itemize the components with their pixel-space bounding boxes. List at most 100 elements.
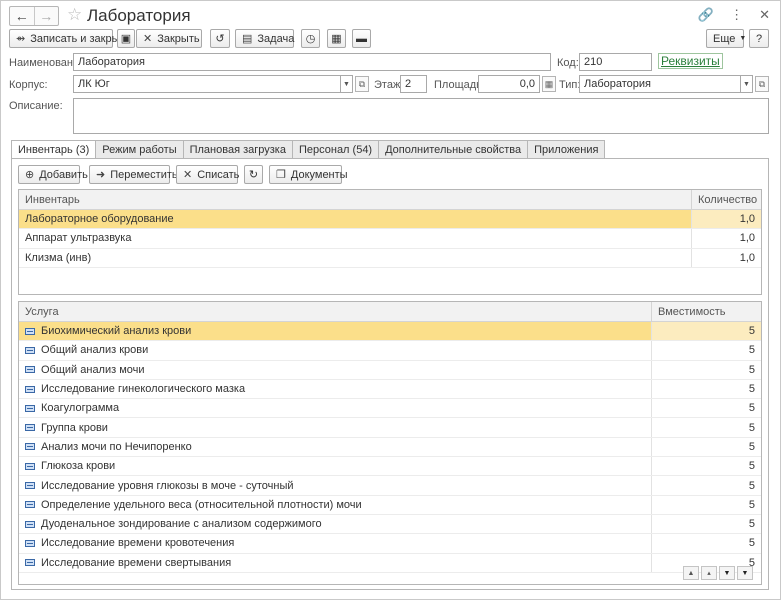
service-row[interactable]: Группа крови 5 <box>19 418 761 438</box>
type-field[interactable]: Лаборатория <box>579 75 741 93</box>
help-button[interactable]: ? <box>749 29 769 48</box>
service-row[interactable]: Исследование времени кровотечения 5 <box>19 534 761 554</box>
inventory-row[interactable]: Клизма (инв) 1,0 <box>19 248 761 268</box>
tab-additional-properties[interactable]: Дополнительные свойства <box>378 140 529 159</box>
services-body: Биохимический анализ крови 5 Общий анализ … <box>19 322 761 573</box>
inventory-table[interactable]: Инвентарь Количество Лабораторное оборуд… <box>18 189 762 295</box>
service-icon <box>25 520 35 528</box>
save-button[interactable]: ▣ <box>117 29 135 48</box>
service-icon <box>25 327 35 335</box>
refresh-button[interactable]: ↻ <box>244 165 263 184</box>
service-capacity: 5 <box>651 379 761 399</box>
calculator-icon[interactable]: ▦ <box>542 76 556 92</box>
service-cell: Дуоденальное зондирование с анализом сод… <box>19 518 651 530</box>
back-arrow-icon[interactable]: ← <box>10 7 34 25</box>
requisites-link[interactable]: Реквизиты <box>658 53 723 69</box>
services-header: Услуга Вместимость <box>19 302 761 322</box>
inventory-row[interactable]: Лабораторное оборудование 1,0 <box>19 210 761 230</box>
close-button[interactable]: ✕ Закрыть <box>136 29 202 48</box>
service-row[interactable]: Биохимический анализ крови 5 <box>19 322 761 342</box>
inventory-qty: 1,0 <box>691 229 761 248</box>
description-label: Описание: <box>9 100 63 112</box>
building-field[interactable]: ЛК Юг <box>73 75 341 93</box>
save-and-close-button[interactable]: ⇴ Записать и закрыть <box>9 29 130 48</box>
service-cell: Биохимический анализ крови <box>19 325 651 337</box>
service-name: Дуоденальное зондирование с анализом сод… <box>41 518 322 531</box>
archive-button[interactable]: ▬ <box>352 29 371 48</box>
reminder-button[interactable]: ◷ <box>301 29 320 48</box>
tab-personnel[interactable]: Персонал (54) <box>291 140 380 159</box>
service-row[interactable]: Определение удельного веса (относительно… <box>19 495 761 515</box>
write-off-button[interactable]: ✕ Списать <box>176 165 239 184</box>
area-field[interactable]: 0,0 <box>478 75 540 93</box>
type-dropdown-icon[interactable]: ▼ <box>741 75 753 93</box>
service-name: Общий анализ мочи <box>41 363 145 376</box>
service-row[interactable]: Общий анализ крови 5 <box>19 341 761 361</box>
service-row[interactable]: Глюкоза крови 5 <box>19 457 761 477</box>
service-icon <box>25 385 35 393</box>
close-label: Закрыть <box>157 32 200 45</box>
code-label: Код: <box>557 57 579 69</box>
last-row-icon[interactable]: ▼ <box>737 566 753 580</box>
description-field[interactable] <box>73 98 769 134</box>
column-capacity[interactable]: Вместимость <box>651 302 761 321</box>
task-button[interactable]: ▤ Задача <box>235 29 294 48</box>
more-vertical-icon[interactable]: ⋮ <box>730 7 743 23</box>
floor-field[interactable]: 2 <box>400 75 427 93</box>
cross-icon: ✕ <box>183 169 193 181</box>
building-open-icon[interactable]: ⧉ <box>355 76 369 92</box>
more-label: Еще <box>713 32 736 45</box>
column-inventory[interactable]: Инвентарь <box>19 190 691 209</box>
more-menu-button[interactable]: Еще ▼ <box>706 29 746 48</box>
add-button[interactable]: ⊕ Добавить <box>18 165 88 184</box>
service-cell: Исследование уровня глюкозы в моче - сут… <box>19 480 651 492</box>
service-icon <box>25 443 35 451</box>
service-cell: Коагулограмма <box>19 402 651 414</box>
inventory-name: Клизма (инв) <box>25 251 92 264</box>
service-row[interactable]: Исследование гинекологического мазка 5 <box>19 379 761 400</box>
close-window-icon[interactable]: ✕ <box>759 7 770 23</box>
service-row[interactable]: Коагулограмма 5 <box>19 399 761 419</box>
tab-planned-load[interactable]: Плановая загрузка <box>182 140 293 159</box>
tab-attachments[interactable]: Приложения <box>527 140 606 159</box>
service-icon <box>25 424 35 432</box>
service-cell: Общий анализ мочи <box>19 364 651 376</box>
service-row[interactable]: Исследование уровня глюкозы в моче - сут… <box>19 476 761 496</box>
service-row[interactable]: Общий анализ мочи 5 <box>19 360 761 380</box>
move-button[interactable]: ➜ Переместить <box>89 165 178 184</box>
first-row-icon[interactable]: ▲ <box>683 566 699 580</box>
type-open-icon[interactable]: ⧉ <box>755 76 769 92</box>
favorite-star-icon[interactable]: ☆ <box>67 5 82 25</box>
service-capacity: 5 <box>651 341 761 360</box>
previous-row-icon[interactable]: ▴ <box>701 566 717 580</box>
link-icon[interactable]: 🔗 <box>698 7 714 23</box>
type-label: Тип: <box>559 79 581 91</box>
documents-button[interactable]: ❐ Документы <box>269 165 348 184</box>
inventory-qty: 1,0 <box>691 210 761 229</box>
column-service[interactable]: Услуга <box>19 302 651 321</box>
service-icon <box>25 501 35 509</box>
service-row[interactable]: Дуоденальное зондирование с анализом сод… <box>19 514 761 535</box>
floor-label: Этаж: <box>374 79 404 91</box>
tab-inventory[interactable]: Инвентарь (3) <box>11 140 97 160</box>
name-field[interactable]: Лаборатория <box>73 53 551 71</box>
service-row[interactable]: Исследование времени свертывания 5 <box>19 553 761 573</box>
service-name: Анализ мочи по Нечипоренко <box>41 440 192 453</box>
services-table[interactable]: Услуга Вместимость Биохимический анализ … <box>18 301 762 585</box>
inventory-row[interactable]: Аппарат ультразвука 1,0 <box>19 229 761 249</box>
barcode-button[interactable]: ▦ <box>327 29 346 48</box>
service-cell: Группа крови <box>19 422 651 434</box>
add-label: Добавить <box>39 168 88 181</box>
service-capacity: 5 <box>651 399 761 418</box>
task-icon: ▤ <box>242 33 253 45</box>
history-button[interactable]: ↺ <box>210 29 230 48</box>
forward-arrow-icon[interactable]: → <box>33 7 59 25</box>
code-field[interactable]: 210 <box>579 53 652 71</box>
column-quantity[interactable]: Количество <box>691 190 761 209</box>
building-dropdown-icon[interactable]: ▼ <box>341 75 353 93</box>
tab-work-mode[interactable]: Режим работы <box>95 140 184 159</box>
service-row[interactable]: Анализ мочи по Нечипоренко 5 <box>19 437 761 458</box>
service-icon <box>25 366 35 374</box>
next-row-icon[interactable]: ▼ <box>719 566 735 580</box>
refresh-icon: ↻ <box>248 169 259 181</box>
